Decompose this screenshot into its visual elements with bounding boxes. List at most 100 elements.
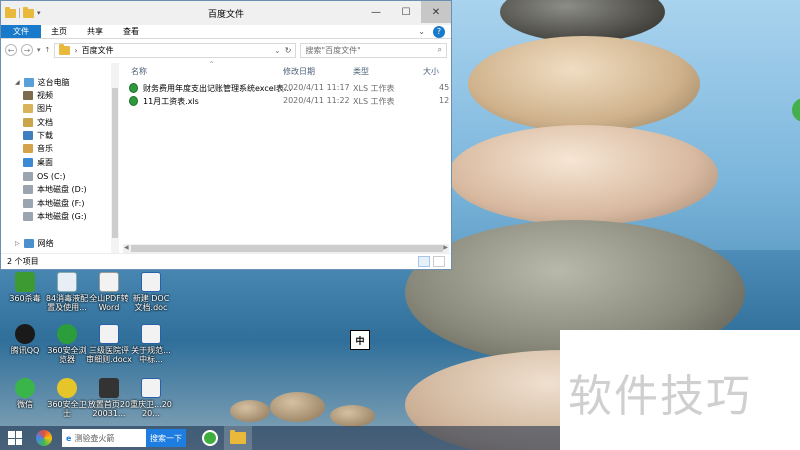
up-button[interactable]: ↑ bbox=[45, 46, 51, 54]
ime-indicator[interactable]: 中 bbox=[350, 330, 370, 350]
nav-item-desktop[interactable]: 桌面 bbox=[23, 156, 53, 169]
scrollbar-thumb[interactable] bbox=[112, 88, 118, 238]
search-input[interactable]: 搜索"百度文件" ⌕ bbox=[300, 42, 447, 58]
details-view-icon[interactable] bbox=[418, 256, 430, 267]
word-doc-icon bbox=[141, 272, 161, 292]
address-dropdown-icon[interactable]: ⌄ bbox=[274, 46, 281, 55]
column-header-modified[interactable]: 修改日期 bbox=[283, 66, 315, 77]
minimize-button[interactable]: — bbox=[361, 1, 391, 23]
desktop-icon-pdf-to-word[interactable]: 全山PDF转Word bbox=[86, 272, 132, 312]
taskbar-search-button[interactable]: 搜索一下 bbox=[146, 429, 186, 447]
desktop-icon-360-antivirus[interactable]: 360杀毒 bbox=[2, 272, 48, 303]
nav-item-videos[interactable]: 视频 bbox=[23, 89, 53, 102]
nav-label: 视频 bbox=[37, 91, 53, 100]
nav-this-pc[interactable]: ◢ 这台电脑 bbox=[15, 76, 70, 89]
document-icon bbox=[57, 272, 77, 292]
search-icon[interactable]: ⌕ bbox=[438, 45, 442, 55]
column-header-type[interactable]: 类型 bbox=[353, 66, 369, 77]
collapse-arrow-icon[interactable]: ▷ bbox=[15, 240, 20, 247]
music-icon bbox=[23, 144, 33, 153]
desktop-icon-qq[interactable]: 腾讯QQ bbox=[2, 324, 48, 355]
desktop-icon-disinfectant-doc[interactable]: 84消毒液配置及使用... bbox=[44, 272, 90, 312]
nav-label: 本地磁盘 (G:) bbox=[37, 212, 87, 221]
nav-item-drive-g[interactable]: 本地磁盘 (G:) bbox=[23, 210, 87, 223]
tab-file[interactable]: 文件 bbox=[1, 25, 41, 38]
item-count: 2 个项目 bbox=[7, 257, 39, 266]
taskbar-search-input[interactable]: e 测验壶火箭 bbox=[62, 429, 146, 447]
documents-icon bbox=[23, 118, 33, 127]
scrollbar-thumb[interactable] bbox=[131, 245, 443, 252]
close-button[interactable]: ✕ bbox=[421, 1, 451, 23]
title-bar[interactable]: ▾ 百度文件 — ☐ ✕ bbox=[1, 1, 451, 25]
file-name: 11月工资表.xls bbox=[143, 97, 199, 106]
taskbar-360-browser[interactable] bbox=[196, 426, 224, 450]
taskbar-file-explorer[interactable] bbox=[224, 426, 252, 450]
nav-item-music[interactable]: 音乐 bbox=[23, 142, 53, 155]
file-icon bbox=[99, 378, 119, 398]
excel-file-icon bbox=[129, 96, 138, 106]
file-size: 45 bbox=[439, 83, 450, 92]
refresh-icon[interactable]: ↻ bbox=[285, 46, 292, 55]
nav-item-downloads[interactable]: 下载 bbox=[23, 129, 53, 142]
desktop-icon-wechat[interactable]: 微信 bbox=[2, 378, 48, 409]
taskbar: e 测验壶火箭 搜索一下 bbox=[0, 426, 560, 450]
nav-label: 本地磁盘 (F:) bbox=[37, 199, 85, 208]
file-type: XLS 工作表 bbox=[353, 97, 395, 106]
large-icons-view-icon[interactable] bbox=[433, 256, 445, 267]
horizontal-scrollbar[interactable]: ◀ ▶ bbox=[123, 244, 449, 253]
taskbar-app-launcher[interactable] bbox=[30, 426, 58, 450]
recent-locations-icon[interactable]: ▾ bbox=[37, 46, 41, 54]
desktop-icon-new-doc[interactable]: 新建 DOC 文档.doc bbox=[128, 272, 174, 312]
nav-item-drive-f[interactable]: 本地磁盘 (F:) bbox=[23, 197, 84, 210]
scroll-right-icon[interactable]: ▶ bbox=[443, 244, 448, 251]
status-bar: 2 个项目 bbox=[1, 253, 451, 269]
nav-item-drive-d[interactable]: 本地磁盘 (D:) bbox=[23, 183, 87, 196]
help-icon[interactable]: ? bbox=[433, 26, 445, 38]
desktop-icon-360-guard[interactable]: 360安全卫士 bbox=[44, 378, 90, 418]
maximize-button[interactable]: ☐ bbox=[391, 1, 421, 23]
stone-2 bbox=[468, 36, 700, 132]
nav-item-pictures[interactable]: 图片 bbox=[23, 102, 53, 115]
drive-icon bbox=[23, 199, 33, 208]
word-doc-icon bbox=[141, 378, 161, 398]
column-header-size[interactable]: 大小 bbox=[423, 66, 439, 77]
desktop-icon-360-browser[interactable]: 360安全浏览器 bbox=[44, 324, 90, 364]
scroll-left-icon[interactable]: ◀ bbox=[124, 244, 129, 251]
file-row[interactable]: 财务费用年度支出记账管理系统excel表... 2020/4/11 11:17 … bbox=[129, 82, 449, 95]
tab-home[interactable]: 主页 bbox=[41, 25, 77, 38]
file-row[interactable]: 11月工资表.xls 2020/4/11 11:22 XLS 工作表 12 bbox=[129, 95, 449, 108]
nav-label: 图片 bbox=[37, 104, 53, 113]
nav-item-drive-c[interactable]: OS (C:) bbox=[23, 170, 65, 183]
column-header-name[interactable]: 名称 ^ bbox=[131, 61, 214, 77]
360-antivirus-icon bbox=[15, 272, 35, 292]
wechat-icon bbox=[15, 378, 35, 398]
tab-view[interactable]: 查看 bbox=[113, 25, 149, 38]
tab-share[interactable]: 共享 bbox=[77, 25, 113, 38]
collapse-arrow-icon[interactable]: ◢ bbox=[15, 79, 20, 86]
downloads-icon bbox=[23, 131, 33, 140]
address-bar[interactable]: › 百度文件 ⌄ ↻ bbox=[54, 42, 297, 58]
desktop-icon-homepage-file[interactable]: 放置首页2020031... bbox=[86, 378, 132, 418]
expand-ribbon-icon[interactable]: ⌄ bbox=[418, 25, 429, 38]
forward-button[interactable]: → bbox=[21, 44, 33, 56]
column-label: 名称 bbox=[131, 67, 147, 76]
start-button[interactable] bbox=[0, 426, 30, 450]
desktop-icon-chongqing-doc[interactable]: 重庆卫...2020... bbox=[128, 378, 174, 418]
nav-label: 下载 bbox=[37, 131, 53, 140]
desktop-icon-label: 放置首页2020031... bbox=[87, 400, 131, 418]
breadcrumb-current[interactable]: 百度文件 bbox=[82, 45, 114, 56]
desktop-icon bbox=[23, 158, 33, 167]
nav-label: OS (C:) bbox=[37, 172, 66, 181]
file-size: 12 bbox=[439, 96, 450, 105]
back-button[interactable]: ← bbox=[5, 44, 17, 56]
desktop-icon-bid-doc[interactable]: 关于规范...中标... bbox=[128, 324, 174, 364]
nav-label: 文档 bbox=[37, 118, 53, 127]
qq-icon bbox=[15, 324, 35, 344]
nav-network[interactable]: ▷ 网络 bbox=[15, 237, 54, 250]
nav-scrollbar[interactable] bbox=[111, 63, 119, 253]
explorer-window[interactable]: ▾ 百度文件 — ☐ ✕ 文件 主页 共享 查看 ⌄ ? ← → ▾ ↑ › 百… bbox=[0, 0, 452, 270]
desktop-icon-label: 360安全浏览器 bbox=[47, 346, 87, 364]
desktop-icon-hospital-docx[interactable]: 三级医院评审细则.docx bbox=[86, 324, 132, 364]
nav-item-documents[interactable]: 文档 bbox=[23, 116, 53, 129]
ribbon-tabs: 文件 主页 共享 查看 ⌄ ? bbox=[1, 25, 451, 39]
